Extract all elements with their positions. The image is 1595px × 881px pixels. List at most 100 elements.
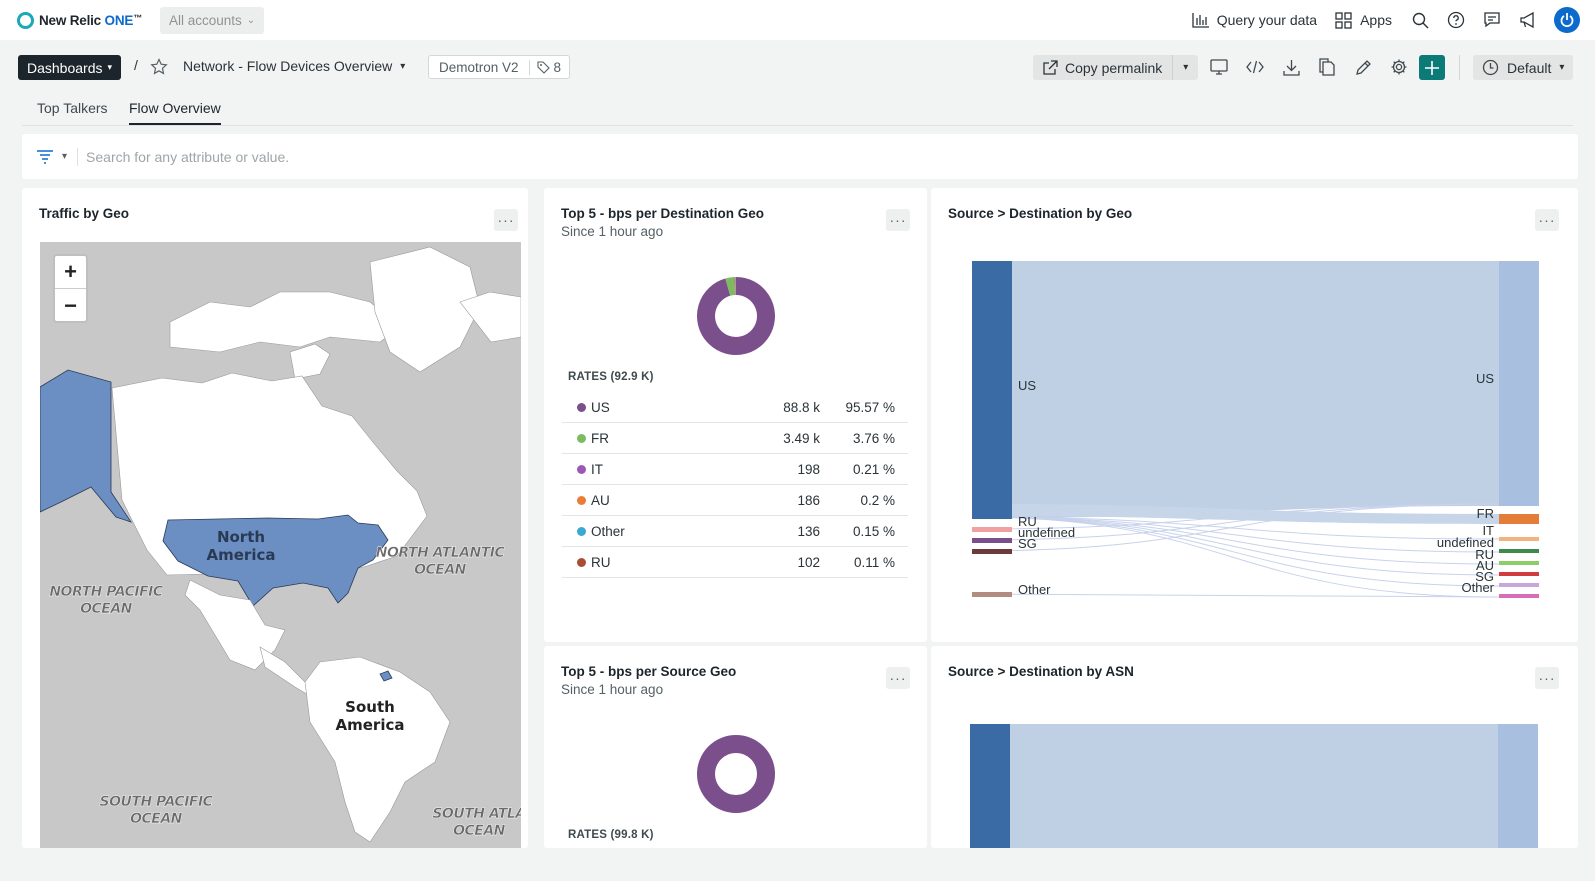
- donut-slice-us[interactable]: [697, 735, 775, 813]
- chevron-down-icon[interactable]: ▾: [1173, 62, 1198, 73]
- donut-chart-src[interactable]: [696, 734, 776, 814]
- search-icon[interactable]: [1410, 10, 1430, 30]
- chevron-down-icon: ⌄: [246, 14, 256, 26]
- sankey-right-label-us: US: [1475, 371, 1494, 386]
- tab-top-talkers[interactable]: Top Talkers: [37, 100, 108, 123]
- apps-label: Apps: [1360, 12, 1392, 28]
- sankey-node-right-us: [1499, 261, 1539, 506]
- apps-grid-icon: [1335, 11, 1352, 29]
- greenland: [369, 246, 481, 373]
- power-user-icon: [1560, 13, 1574, 27]
- label-south-pacific: SOUTH PACIFIC OCEAN: [99, 794, 213, 827]
- announcements-megaphone-icon[interactable]: [1518, 10, 1538, 30]
- query-your-data-label: Query your data: [1216, 12, 1318, 28]
- filter-search-input[interactable]: [86, 148, 687, 165]
- row-value: 186: [797, 492, 820, 508]
- row-value: 136: [797, 523, 820, 539]
- legend-dot-icon: [577, 526, 586, 536]
- row-value: 3.49 k: [783, 430, 820, 446]
- time-picker-button[interactable]: Default ▾: [1473, 55, 1574, 80]
- zoom-out-button[interactable]: −: [55, 289, 86, 322]
- query-your-data-link[interactable]: Query your data: [1192, 12, 1317, 28]
- feedback-icon[interactable]: [1482, 10, 1502, 30]
- widget-sankey-geo: Source > Destination by Geo ··· US RU un…: [931, 188, 1578, 642]
- row-value: 198: [797, 461, 820, 477]
- page-tabs: Top Talkers Flow Overview: [22, 92, 1573, 126]
- legend-dot-icon: [577, 464, 586, 474]
- account-picker-label: All accounts: [169, 12, 242, 28]
- brand-name: New Relic: [39, 12, 105, 28]
- add-widget-button[interactable]: [1419, 55, 1445, 80]
- filter-icon[interactable]: [36, 149, 54, 164]
- row-percent: 0.2 %: [860, 492, 895, 508]
- widget-title: Traffic by Geo: [39, 206, 130, 221]
- widget-more-menu-icon[interactable]: ···: [886, 667, 910, 689]
- label-north-pacific: NORTH PACIFIC OCEAN: [49, 584, 163, 617]
- dashboard-title-label: Network - Flow Devices Overview: [183, 58, 393, 74]
- sankey-asn-node-right: [1498, 724, 1538, 848]
- world-map[interactable]: + − North America NORTH ATLANTIC OCEAN N…: [40, 242, 521, 848]
- account-picker[interactable]: All accounts ⌄: [160, 6, 265, 34]
- legend-dot-icon: [577, 495, 586, 505]
- table-row[interactable]: RU 102 0.11 %: [562, 547, 908, 578]
- new-relic-logo[interactable]: New Relic ONE™: [17, 11, 142, 29]
- row-percent: 95.57 %: [845, 399, 895, 415]
- row-category: AU: [591, 492, 610, 508]
- copy-permalink-label: Copy permalink: [1065, 59, 1163, 76]
- widget-traffic-by-geo: Traffic by Geo ··· + − North America NOR…: [22, 188, 528, 848]
- tab-flow-overview[interactable]: Flow Overview: [129, 100, 221, 125]
- duplicate-icon[interactable]: [1317, 57, 1337, 77]
- rates-label: RATES (99.8 K): [568, 829, 654, 841]
- tags-count: 8: [530, 60, 570, 75]
- apps-link[interactable]: Apps: [1335, 11, 1392, 29]
- dashboards-button[interactable]: Dashboards ▾: [18, 55, 122, 80]
- row-category: US: [591, 399, 610, 415]
- tv-mode-icon[interactable]: [1209, 57, 1229, 77]
- table-row[interactable]: AU 186 0.2 %: [562, 485, 908, 516]
- dashboard-title[interactable]: Network - Flow Devices Overview ▾: [183, 58, 405, 74]
- widget-more-menu-icon[interactable]: ···: [494, 209, 518, 231]
- download-icon[interactable]: [1281, 57, 1301, 77]
- widget-more-menu-icon[interactable]: ···: [886, 209, 910, 231]
- table-row[interactable]: IT 198 0.21 %: [562, 454, 908, 485]
- account-tags-chip[interactable]: Demotron V2 8: [428, 55, 571, 79]
- help-icon[interactable]: [1446, 10, 1466, 30]
- island-small: [289, 343, 331, 380]
- top-nav: New Relic ONE™ All accounts ⌄ Query your…: [0, 0, 1595, 40]
- new-relic-logo-icon: [17, 11, 34, 29]
- table-row[interactable]: US 88.8 k 95.57 %: [562, 392, 908, 423]
- chevron-down-icon: ▾: [107, 62, 113, 72]
- favorite-star-icon[interactable]: [150, 58, 168, 76]
- row-percent: 0.21 %: [852, 461, 895, 477]
- row-category: IT: [591, 461, 603, 477]
- zoom-in-button[interactable]: +: [55, 256, 86, 289]
- row-percent: 3.76 %: [852, 430, 895, 446]
- external-link-icon: [1043, 59, 1058, 75]
- user-avatar[interactable]: [1554, 7, 1580, 33]
- tag-count-value: 8: [553, 59, 562, 75]
- label-north-atlantic: NORTH ATLANTIC OCEAN: [375, 545, 505, 578]
- sankey-diagram-asn[interactable]: [931, 646, 1578, 848]
- sankey-asn-node-left: [970, 724, 1010, 848]
- label-south-atlantic: SOUTH ATLA OCEAN: [432, 806, 521, 839]
- sankey-flow-us-us: [972, 261, 1499, 518]
- donut-slice-fr[interactable]: [725, 277, 736, 296]
- edit-pencil-icon[interactable]: [1353, 57, 1373, 77]
- dashboards-label: Dashboards: [27, 59, 103, 76]
- table-row[interactable]: FR 3.49 k 3.76 %: [562, 423, 908, 454]
- sankey-right-label-other: Other: [1461, 580, 1494, 595]
- sankey-node-right-undefined: [1499, 549, 1539, 553]
- brand-tm: ™: [133, 12, 142, 23]
- dashboard-toolbar: Dashboards ▾ / Network - Flow Devices Ov…: [0, 48, 1595, 86]
- toolbar-divider: [1459, 55, 1460, 80]
- chevron-down-icon: ▾: [1559, 62, 1565, 73]
- donut-chart-dest[interactable]: [696, 276, 776, 356]
- copy-permalink-button[interactable]: Copy permalink ▾: [1033, 55, 1199, 80]
- legend-dot-icon: [577, 402, 586, 412]
- settings-gear-icon[interactable]: [1389, 57, 1409, 77]
- table-row[interactable]: Other 136 0.15 %: [562, 516, 908, 547]
- filter-divider: [77, 147, 79, 166]
- sankey-node-left-us: [972, 261, 1012, 519]
- code-icon[interactable]: [1245, 57, 1265, 77]
- chevron-down-icon[interactable]: ▾: [62, 151, 67, 162]
